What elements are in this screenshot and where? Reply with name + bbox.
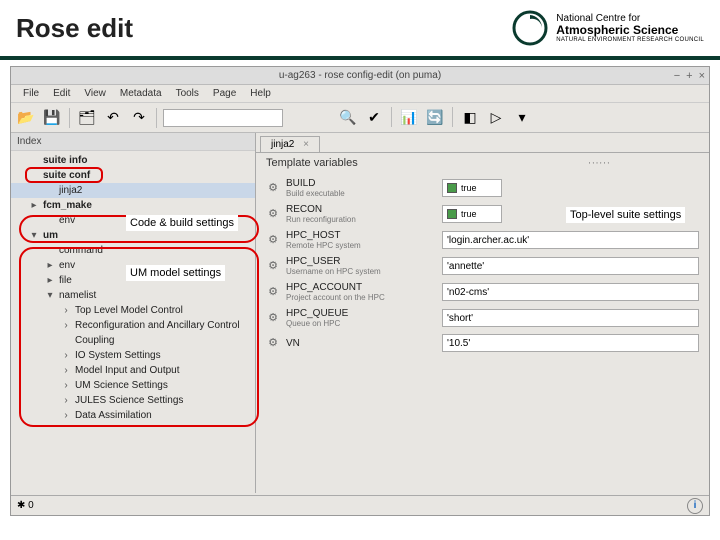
menu-tools[interactable]: Tools: [170, 88, 205, 99]
tree-item[interactable]: ›UM Science Settings: [11, 378, 255, 393]
menu-file[interactable]: File: [17, 88, 45, 99]
menu-help[interactable]: Help: [244, 88, 277, 99]
dropdown-icon[interactable]: ▾: [511, 107, 533, 129]
titlebar: u-ag263 - rose config-edit (on puma) − +…: [11, 67, 709, 85]
tree-arrow-icon: ▸: [45, 275, 55, 286]
text-field[interactable]: 'n02-cms': [442, 283, 699, 301]
menu-edit[interactable]: Edit: [47, 88, 76, 99]
menu-view[interactable]: View: [78, 88, 112, 99]
sidebar: Index suite infosuite confjinja2▸fcm_mak…: [11, 133, 256, 493]
gear-icon[interactable]: ⚙: [266, 259, 280, 273]
gear-icon[interactable]: ⚙: [266, 285, 280, 299]
tree-item[interactable]: Coupling: [11, 333, 255, 348]
tree-arrow-icon: ▸: [45, 260, 55, 271]
tree-item[interactable]: ›JULES Science Settings: [11, 393, 255, 408]
tree-arrow-icon: ›: [61, 305, 71, 316]
tree-arrow-icon: ›: [61, 365, 71, 376]
slide-header: Rose edit National Centre for Atmospheri…: [0, 0, 720, 60]
tree-arrow-icon: ›: [61, 410, 71, 421]
search-icon[interactable]: 🔍: [337, 107, 359, 129]
redo-icon[interactable]: ↷: [128, 107, 150, 129]
tree-item[interactable]: ›Model Input and Output: [11, 363, 255, 378]
open-icon[interactable]: 📂: [15, 107, 37, 129]
menu-metadata[interactable]: Metadata: [114, 88, 168, 99]
annot-code-build: Code & build settings: [126, 215, 238, 231]
tree-arrow-icon: ›: [61, 395, 71, 406]
tree-item[interactable]: jinja2: [11, 183, 255, 198]
sidebar-tree: suite infosuite confjinja2▸fcm_makeenv▾u…: [11, 151, 255, 425]
close-icon[interactable]: ×: [699, 70, 705, 82]
checkbox-field[interactable]: true: [442, 179, 502, 197]
slide-title: Rose edit: [16, 13, 133, 44]
form-row: ⚙HPC_QUEUEQueue on HPC'short': [266, 305, 699, 331]
window-title: u-ag263 - rose config-edit (on puma): [279, 70, 441, 81]
text-field[interactable]: 'short': [442, 309, 699, 327]
tree-item[interactable]: ›IO System Settings: [11, 348, 255, 363]
form-row: ⚙HPC_ACCOUNTProject account on the HPC'n…: [266, 279, 699, 305]
tab-row: jinja2 ×: [256, 133, 709, 153]
form-row: ⚙HPC_USERUsername on HPC system'annette': [266, 253, 699, 279]
checkbox-field[interactable]: true: [442, 205, 502, 223]
main-panel: jinja2 × Template variables ' ' ' ' ' ' …: [256, 133, 709, 493]
statusbar: ✱ 0 i: [11, 495, 709, 515]
tree-arrow-icon: ›: [61, 380, 71, 391]
menu-page[interactable]: Page: [207, 88, 242, 99]
tab-jinja2[interactable]: jinja2 ×: [260, 136, 320, 152]
status-info-icon[interactable]: i: [687, 498, 703, 514]
tree-item[interactable]: ›Top Level Model Control: [11, 303, 255, 318]
logo-swirl-icon: [512, 10, 548, 46]
explorer-icon[interactable]: 🗂: [76, 107, 98, 129]
address-field[interactable]: [163, 109, 283, 127]
form-row: ⚙VN'10.5': [266, 331, 699, 355]
tree-item[interactable]: suite info: [11, 153, 255, 168]
graph-icon[interactable]: 📊: [398, 107, 420, 129]
text-field[interactable]: 'annette': [442, 257, 699, 275]
annot-um-model: UM model settings: [126, 265, 225, 281]
text-field[interactable]: '10.5': [442, 334, 699, 352]
tree-arrow-icon: ›: [61, 320, 71, 331]
tree-item[interactable]: ▸fcm_make: [11, 198, 255, 213]
annot-top-level: Top-level suite settings: [566, 207, 685, 223]
form-row: ⚙HPC_HOSTRemote HPC system'login.archer.…: [266, 227, 699, 253]
gear-icon[interactable]: ⚙: [266, 207, 280, 221]
form-panel: ⚙BUILDBuild executabletrue⚙RECONRun reco…: [256, 173, 709, 357]
tree-arrow-icon: ▾: [45, 290, 55, 301]
tree-arrow-icon: ▾: [29, 230, 39, 241]
gear-icon[interactable]: ⚙: [266, 233, 280, 247]
save-icon[interactable]: 💾: [41, 107, 63, 129]
gear-icon[interactable]: ⚙: [266, 181, 280, 195]
tree-item[interactable]: ▾namelist: [11, 288, 255, 303]
maximize-icon[interactable]: +: [686, 70, 692, 82]
formatting-marks: ' ' ' ' ' ': [589, 161, 609, 170]
sidebar-header: Index: [11, 133, 255, 151]
panel-title: Template variables: [256, 153, 709, 173]
text-field[interactable]: 'login.archer.ac.uk': [442, 231, 699, 249]
tree-item[interactable]: ›Reconfiguration and Ancillary Control: [11, 318, 255, 333]
form-row: ⚙BUILDBuild executabletrue: [266, 175, 699, 201]
minimize-icon[interactable]: −: [674, 70, 680, 82]
validate-icon[interactable]: ✔: [363, 107, 385, 129]
gear-icon[interactable]: ⚙: [266, 336, 280, 350]
refresh-icon[interactable]: 🔄: [424, 107, 446, 129]
app-window: u-ag263 - rose config-edit (on puma) − +…: [10, 66, 710, 516]
menubar: FileEditViewMetadataToolsPageHelp: [11, 85, 709, 103]
ncas-logo: National Centre for Atmospheric Science …: [512, 10, 704, 46]
tree-item[interactable]: suite conf: [11, 168, 255, 183]
undo-icon[interactable]: ↶: [102, 107, 124, 129]
tree-item[interactable]: command: [11, 243, 255, 258]
tree-arrow-icon: ▸: [29, 200, 39, 211]
status-count-icon: ✱: [17, 500, 25, 511]
run-icon[interactable]: ▷: [485, 107, 507, 129]
toolbar: 📂 💾 🗂 ↶ ↷ 🔍 ✔ 📊 🔄 ◧ ▷ ▾: [11, 103, 709, 133]
tree-arrow-icon: ›: [61, 350, 71, 361]
colour-icon[interactable]: ◧: [459, 107, 481, 129]
tab-close-icon[interactable]: ×: [303, 139, 309, 150]
tree-item[interactable]: ›Data Assimilation: [11, 408, 255, 423]
gear-icon[interactable]: ⚙: [266, 311, 280, 325]
